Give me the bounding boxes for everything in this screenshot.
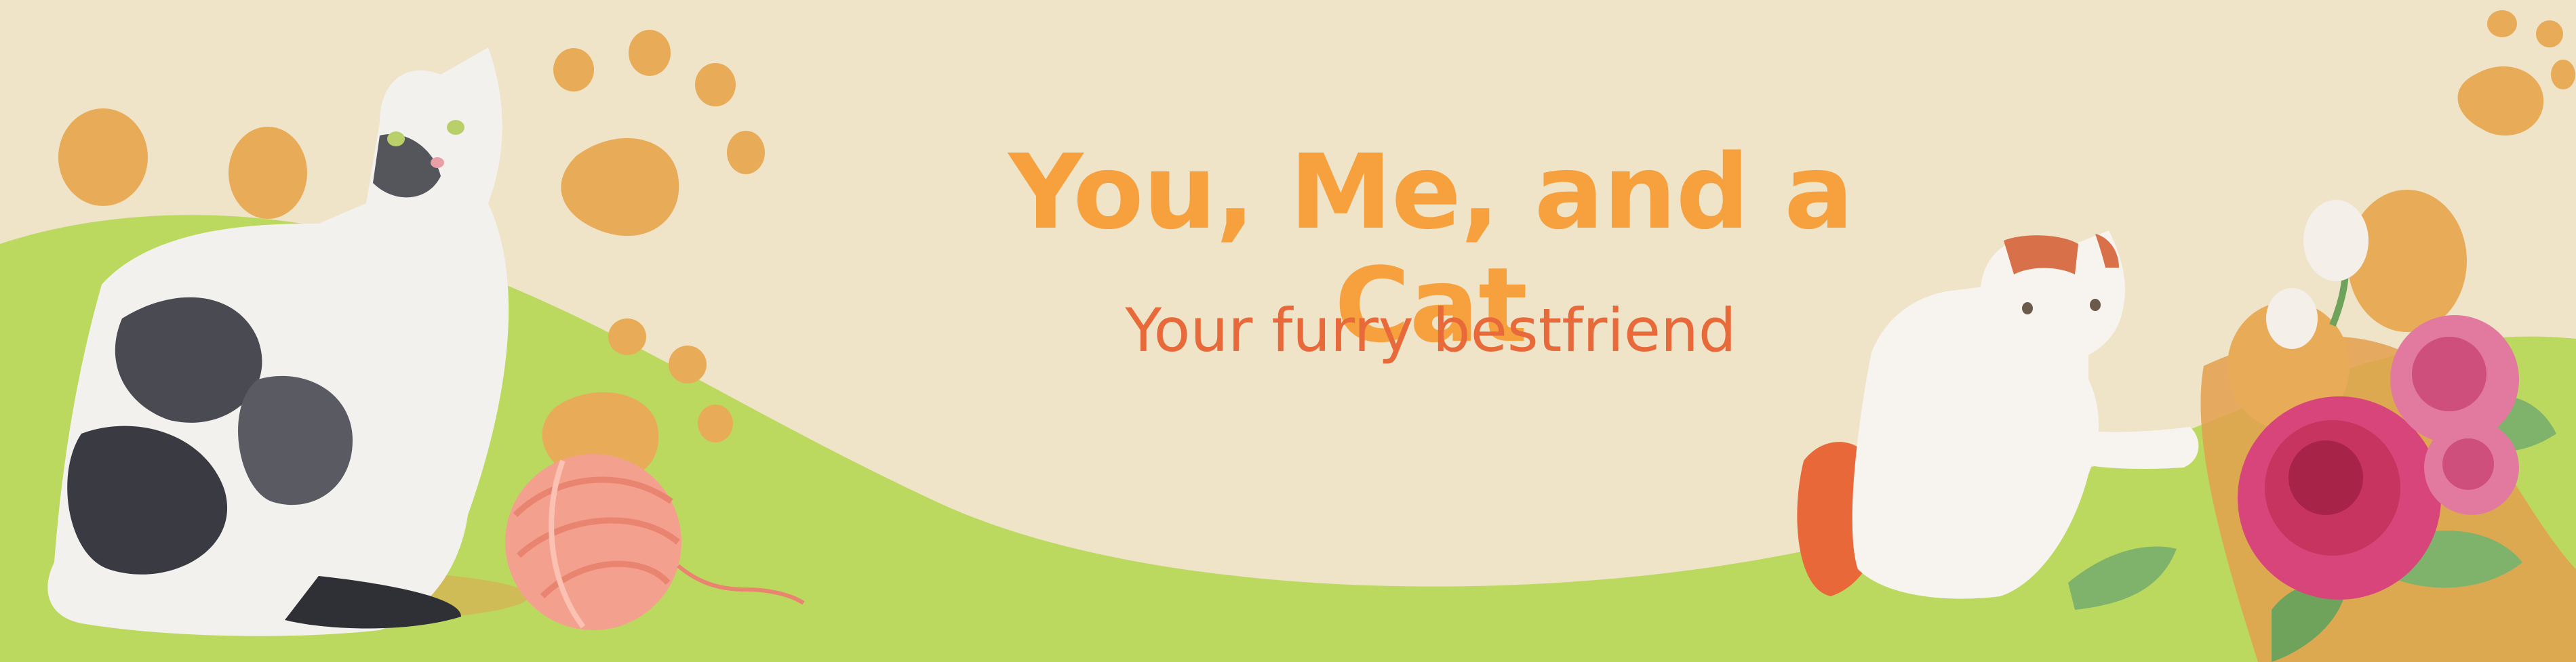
paw-print-icon-1: [553, 30, 765, 236]
blob-right-1: [2347, 190, 2467, 332]
paw-print-icon-3: [2457, 10, 2575, 136]
blob-left-1: [58, 108, 148, 206]
banner-subtitle: Your furry bestfriend: [1125, 295, 1737, 365]
blob-left-2: [229, 127, 307, 219]
cat-banner: You, Me, and a Cat Your furry bestfriend: [0, 0, 2576, 662]
